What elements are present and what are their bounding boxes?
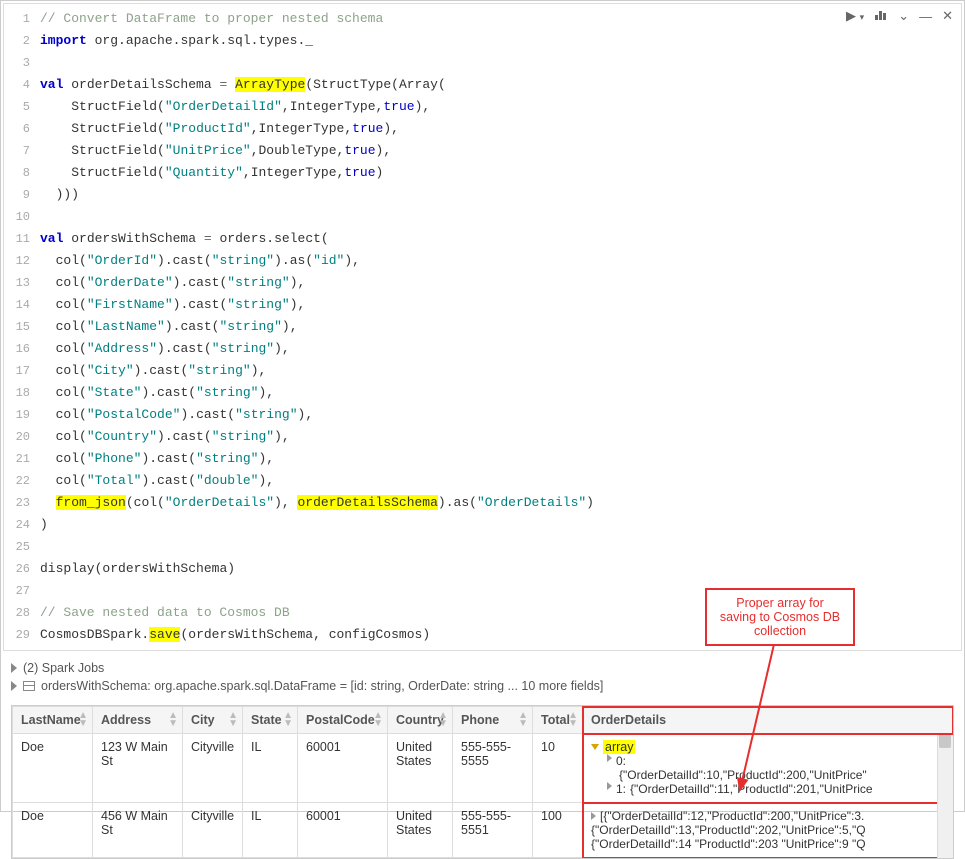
- code-line[interactable]: display(ordersWithSchema): [40, 558, 961, 580]
- spark-jobs-label: (2) Spark Jobs: [23, 661, 104, 675]
- json-preview: {"OrderDetailId":10,"ProductId":200,"Uni…: [591, 768, 944, 782]
- code-line[interactable]: [40, 536, 961, 558]
- code-editor[interactable]: 1234567891011121314151617181920212223242…: [4, 4, 961, 650]
- cell-postalcode: 60001: [298, 803, 388, 858]
- code-line[interactable]: col("City").cast("string"),: [40, 360, 961, 382]
- sort-icon[interactable]: ▲▼: [568, 712, 578, 728]
- cell-orderdetails[interactable]: [{"OrderDetailId":12,"ProductId":200,"Un…: [583, 803, 953, 858]
- callout-text: Proper array for saving to Cosmos DB col…: [720, 596, 840, 638]
- column-header[interactable]: Phone▲▼: [453, 707, 533, 734]
- column-header[interactable]: State▲▼: [243, 707, 298, 734]
- chart-icon[interactable]: [872, 9, 890, 24]
- close-icon[interactable]: ✕: [940, 8, 955, 24]
- cell-state: IL: [243, 803, 298, 858]
- code-line[interactable]: [40, 52, 961, 74]
- code-line[interactable]: // Convert DataFrame to proper nested sc…: [40, 8, 961, 30]
- json-preview: {"OrderDetailId":13,"ProductId":202,"Uni…: [591, 823, 944, 837]
- chevron-right-icon: [11, 681, 17, 691]
- cell-city: Cityville: [183, 803, 243, 858]
- code-line[interactable]: val ordersWithSchema = orders.select(: [40, 228, 961, 250]
- sort-icon[interactable]: ▲▼: [438, 712, 448, 728]
- code-line[interactable]: col("FirstName").cast("string"),: [40, 294, 961, 316]
- column-header[interactable]: OrderDetails: [583, 707, 953, 734]
- code-line[interactable]: StructField("Quantity",IntegerType,true): [40, 162, 961, 184]
- code-line[interactable]: col("Country").cast("string"),: [40, 426, 961, 448]
- run-icon[interactable]: ▶ ▾: [844, 8, 866, 24]
- column-header[interactable]: Total▲▼: [533, 707, 583, 734]
- sort-icon[interactable]: ▲▼: [518, 712, 528, 728]
- column-header[interactable]: LastName▲▼: [13, 707, 93, 734]
- table-row: Doe123 W Main StCityvilleIL60001United S…: [13, 734, 953, 803]
- cell-lastname: Doe: [13, 734, 93, 803]
- table-icon: [23, 681, 35, 691]
- annotation-callout: Proper array for saving to Cosmos DB col…: [705, 588, 855, 646]
- sort-icon[interactable]: ▲▼: [78, 712, 88, 728]
- code-line[interactable]: import org.apache.spark.sql.types._: [40, 30, 961, 52]
- array-index: 1:: [616, 782, 626, 796]
- spark-jobs-row[interactable]: (2) Spark Jobs: [11, 659, 954, 677]
- code-line[interactable]: ): [40, 514, 961, 536]
- cell-outputs: (2) Spark Jobs ordersWithSchema: org.apa…: [1, 653, 964, 701]
- table-header-row: LastName▲▼Address▲▼City▲▼State▲▼PostalCo…: [13, 707, 953, 734]
- column-header[interactable]: Address▲▼: [93, 707, 183, 734]
- column-header[interactable]: City▲▼: [183, 707, 243, 734]
- minimize-icon[interactable]: —: [917, 9, 934, 24]
- chevron-down-icon[interactable]: [591, 744, 599, 750]
- code-line[interactable]: col("Phone").cast("string"),: [40, 448, 961, 470]
- code-line[interactable]: col("State").cast("string"),: [40, 382, 961, 404]
- table-row: Doe456 W Main StCityvilleIL60001United S…: [13, 803, 953, 858]
- sort-icon[interactable]: ▲▼: [168, 712, 178, 728]
- code-line[interactable]: col("OrderDate").cast("string"),: [40, 272, 961, 294]
- code-line[interactable]: [40, 206, 961, 228]
- code-line[interactable]: from_json(col("OrderDetails"), orderDeta…: [40, 492, 961, 514]
- code-line[interactable]: StructField("UnitPrice",DoubleType,true)…: [40, 140, 961, 162]
- code-line[interactable]: col("Total").cast("double"),: [40, 470, 961, 492]
- cell-country: United States: [388, 734, 453, 803]
- sort-icon[interactable]: ▲▼: [228, 712, 238, 728]
- schema-text: ordersWithSchema: org.apache.spark.sql.D…: [41, 679, 603, 693]
- chevron-right-icon: [11, 663, 17, 673]
- cell-toolbar: ▶ ▾ ⌄ — ✕: [844, 8, 955, 24]
- code-line[interactable]: val orderDetailsSchema = ArrayType(Struc…: [40, 74, 961, 96]
- array-label: array: [603, 740, 635, 754]
- cell-postalcode: 60001: [298, 734, 388, 803]
- column-header[interactable]: PostalCode▲▼: [298, 707, 388, 734]
- sort-icon[interactable]: ▲▼: [283, 712, 293, 728]
- cell-phone: 555-555-5551: [453, 803, 533, 858]
- cell-lastname: Doe: [13, 803, 93, 858]
- array-index: 0:: [616, 754, 626, 768]
- code-line[interactable]: col("PostalCode").cast("string"),: [40, 404, 961, 426]
- result-table: LastName▲▼Address▲▼City▲▼State▲▼PostalCo…: [11, 705, 954, 859]
- sort-icon[interactable]: ▲▼: [373, 712, 383, 728]
- json-preview: {"OrderDetailId":11,"ProductId":201,"Uni…: [630, 782, 873, 796]
- cell-country: United States: [388, 803, 453, 858]
- notebook-cell: ▶ ▾ ⌄ — ✕ 123456789101112131415161718192…: [3, 3, 962, 651]
- cell-city: Cityville: [183, 734, 243, 803]
- cell-orderdetails[interactable]: array0:{"OrderDetailId":10,"ProductId":2…: [583, 734, 953, 803]
- cell-total: 100: [533, 803, 583, 858]
- code-line[interactable]: col("LastName").cast("string"),: [40, 316, 961, 338]
- code-line[interactable]: StructField("OrderDetailId",IntegerType,…: [40, 96, 961, 118]
- code-line[interactable]: col("Address").cast("string"),: [40, 338, 961, 360]
- column-header[interactable]: Country▲▼: [388, 707, 453, 734]
- code-line[interactable]: col("OrderId").cast("string").as("id"),: [40, 250, 961, 272]
- code-line[interactable]: ))): [40, 184, 961, 206]
- cell-address: 123 W Main St: [93, 734, 183, 803]
- code-line[interactable]: StructField("ProductId",IntegerType,true…: [40, 118, 961, 140]
- cell-phone: 555-555-5555: [453, 734, 533, 803]
- cell-address: 456 W Main St: [93, 803, 183, 858]
- chevron-right-icon[interactable]: [607, 754, 612, 762]
- cell-state: IL: [243, 734, 298, 803]
- schema-row[interactable]: ordersWithSchema: org.apache.spark.sql.D…: [11, 677, 954, 695]
- chevron-right-icon[interactable]: [591, 812, 596, 820]
- chevron-right-icon[interactable]: [607, 782, 612, 790]
- expand-icon[interactable]: ⌄: [896, 8, 911, 24]
- cell-total: 10: [533, 734, 583, 803]
- json-preview: [{"OrderDetailId":12,"ProductId":200,"Un…: [591, 809, 944, 823]
- json-preview: {"OrderDetailId":14 "ProductId":203 "Uni…: [591, 837, 944, 851]
